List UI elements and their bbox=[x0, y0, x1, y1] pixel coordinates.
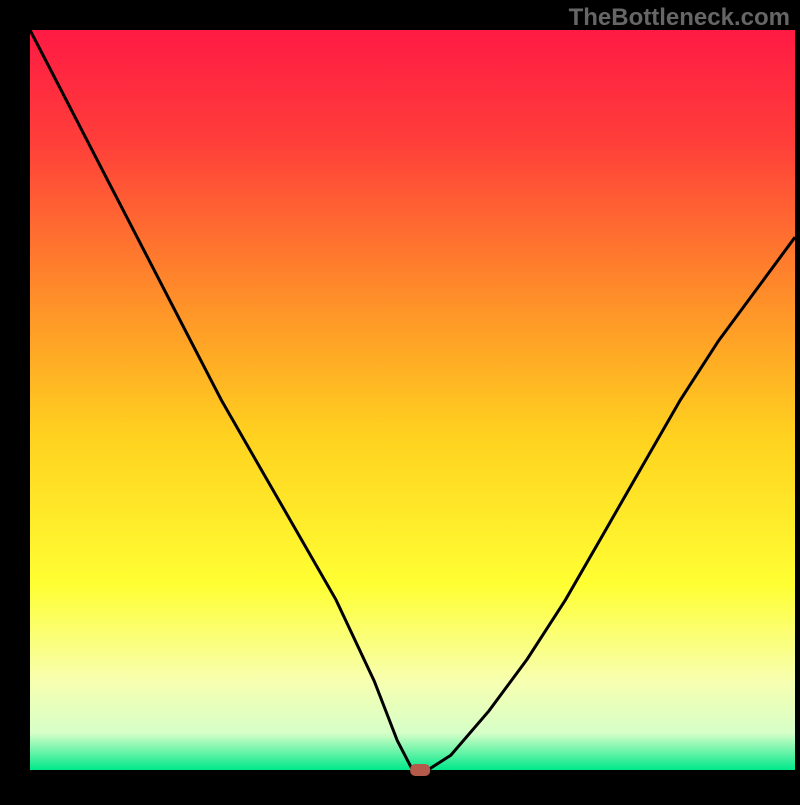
watermark-text: TheBottleneck.com bbox=[569, 4, 790, 32]
bottleneck-chart bbox=[0, 0, 800, 800]
optimum-marker bbox=[410, 764, 430, 776]
chart-svg bbox=[0, 0, 800, 800]
